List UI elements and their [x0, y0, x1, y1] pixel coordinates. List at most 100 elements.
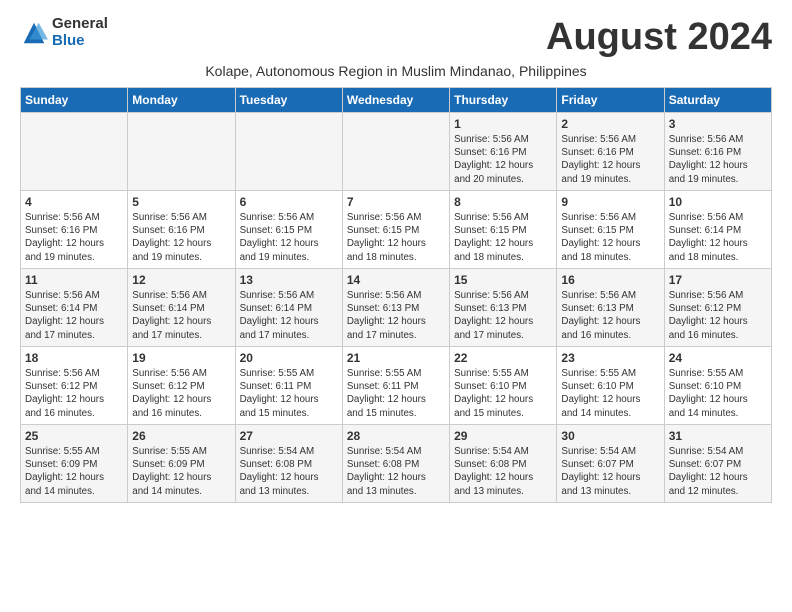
day-number: 29 — [454, 429, 552, 443]
calendar-cell: 31 Sunrise: 5:54 AMSunset: 6:07 PMDayligh… — [664, 425, 771, 503]
calendar-cell: 21 Sunrise: 5:55 AMSunset: 6:11 PMDayligh… — [342, 347, 449, 425]
calendar-cell: 9 Sunrise: 5:56 AMSunset: 6:15 PMDaylight… — [557, 191, 664, 269]
day-info: Sunrise: 5:54 AMSunset: 6:07 PMDaylight:… — [561, 445, 659, 498]
logo-text: General Blue — [52, 16, 108, 49]
calendar-cell: 25 Sunrise: 5:55 AMSunset: 6:09 PMDayligh… — [21, 425, 128, 503]
week-row-4: 18 Sunrise: 5:56 AMSunset: 6:12 PMDayligh… — [21, 347, 772, 425]
day-number: 10 — [669, 195, 767, 209]
day-info: Sunrise: 5:56 AMSunset: 6:13 PMDaylight:… — [561, 289, 659, 342]
day-number: 18 — [25, 351, 123, 365]
calendar-cell — [342, 113, 449, 191]
day-number: 25 — [25, 429, 123, 443]
day-number: 31 — [669, 429, 767, 443]
calendar-cell: 1Sunrise: 5:56 AMSunset: 6:16 PMDaylight… — [450, 113, 557, 191]
calendar-cell: 23 Sunrise: 5:55 AMSunset: 6:10 PMDayligh… — [557, 347, 664, 425]
day-info: Sunrise: 5:55 AMSunset: 6:10 PMDaylight:… — [561, 367, 659, 420]
calendar-cell: 8Sunrise: 5:56 AMSunset: 6:15 PMDaylight… — [450, 191, 557, 269]
calendar-cell: 29 Sunrise: 5:54 AMSunset: 6:08 PMDayligh… — [450, 425, 557, 503]
day-number: 24 — [669, 351, 767, 365]
day-number: 7 — [347, 195, 445, 209]
calendar-cell: 18 Sunrise: 5:56 AMSunset: 6:12 PMDayligh… — [21, 347, 128, 425]
week-row-5: 25 Sunrise: 5:55 AMSunset: 6:09 PMDayligh… — [21, 425, 772, 503]
day-info: Sunrise: 5:56 AMSunset: 6:15 PMDaylight:… — [454, 211, 552, 264]
calendar-cell: 2Sunrise: 5:56 AMSunset: 6:16 PMDaylight… — [557, 113, 664, 191]
day-info: Sunrise: 5:54 AMSunset: 6:08 PMDaylight:… — [454, 445, 552, 498]
calendar-cell — [128, 113, 235, 191]
day-info: Sunrise: 5:54 AMSunset: 6:08 PMDaylight:… — [240, 445, 338, 498]
day-number: 13 — [240, 273, 338, 287]
calendar-header: SundayMondayTuesdayWednesdayThursdayFrid… — [21, 88, 772, 113]
calendar-cell: 13 Sunrise: 5:56 AMSunset: 6:14 PMDayligh… — [235, 269, 342, 347]
day-info: Sunrise: 5:56 AMSunset: 6:12 PMDaylight:… — [669, 289, 767, 342]
calendar-cell: 7 Sunrise: 5:56 AMSunset: 6:15 PMDaylight… — [342, 191, 449, 269]
day-info: Sunrise: 5:56 AMSunset: 6:15 PMDaylight:… — [347, 211, 445, 264]
calendar-cell: 6Sunrise: 5:56 AMSunset: 6:15 PMDaylight… — [235, 191, 342, 269]
calendar-cell: 5 Sunrise: 5:56 AMSunset: 6:16 PMDaylight… — [128, 191, 235, 269]
header-day-wednesday: Wednesday — [342, 88, 449, 113]
header-day-tuesday: Tuesday — [235, 88, 342, 113]
header-row: SundayMondayTuesdayWednesdayThursdayFrid… — [21, 88, 772, 113]
day-info: Sunrise: 5:56 AMSunset: 6:12 PMDaylight:… — [132, 367, 230, 420]
day-info: Sunrise: 5:56 AMSunset: 6:14 PMDaylight:… — [25, 289, 123, 342]
day-info: Sunrise: 5:56 AMSunset: 6:13 PMDaylight:… — [454, 289, 552, 342]
calendar-cell: 16 Sunrise: 5:56 AMSunset: 6:13 PMDayligh… — [557, 269, 664, 347]
logo-blue: Blue — [52, 33, 108, 50]
day-info: Sunrise: 5:55 AMSunset: 6:11 PMDaylight:… — [347, 367, 445, 420]
logo: General Blue — [20, 16, 108, 49]
day-info: Sunrise: 5:55 AMSunset: 6:10 PMDaylight:… — [454, 367, 552, 420]
header-day-friday: Friday — [557, 88, 664, 113]
calendar-cell — [21, 113, 128, 191]
day-info: Sunrise: 5:56 AMSunset: 6:16 PMDaylight:… — [561, 133, 659, 186]
day-number: 17 — [669, 273, 767, 287]
day-number: 21 — [347, 351, 445, 365]
day-number: 26 — [132, 429, 230, 443]
week-row-2: 4 Sunrise: 5:56 AMSunset: 6:16 PMDaylight… — [21, 191, 772, 269]
day-info: Sunrise: 5:56 AMSunset: 6:16 PMDaylight:… — [669, 133, 767, 186]
day-info: Sunrise: 5:54 AMSunset: 6:08 PMDaylight:… — [347, 445, 445, 498]
day-number: 14 — [347, 273, 445, 287]
day-number: 11 — [25, 273, 123, 287]
day-number: 15 — [454, 273, 552, 287]
day-number: 5 — [132, 195, 230, 209]
day-number: 9 — [561, 195, 659, 209]
calendar-cell: 12 Sunrise: 5:56 AMSunset: 6:14 PMDayligh… — [128, 269, 235, 347]
calendar-cell: 30Sunrise: 5:54 AMSunset: 6:07 PMDayligh… — [557, 425, 664, 503]
calendar-cell: 19Sunrise: 5:56 AMSunset: 6:12 PMDayligh… — [128, 347, 235, 425]
day-number: 16 — [561, 273, 659, 287]
day-number: 28 — [347, 429, 445, 443]
day-info: Sunrise: 5:56 AMSunset: 6:15 PMDaylight:… — [561, 211, 659, 264]
calendar-cell: 3Sunrise: 5:56 AMSunset: 6:16 PMDaylight… — [664, 113, 771, 191]
day-number: 1 — [454, 117, 552, 131]
day-number: 27 — [240, 429, 338, 443]
header-day-sunday: Sunday — [21, 88, 128, 113]
day-number: 23 — [561, 351, 659, 365]
page-header: General Blue August 2024 — [20, 16, 772, 59]
header-day-saturday: Saturday — [664, 88, 771, 113]
day-info: Sunrise: 5:56 AMSunset: 6:14 PMDaylight:… — [132, 289, 230, 342]
month-title: August 2024 — [546, 16, 772, 59]
calendar-cell: 22 Sunrise: 5:55 AMSunset: 6:10 PMDayligh… — [450, 347, 557, 425]
calendar-cell — [235, 113, 342, 191]
day-number: 6 — [240, 195, 338, 209]
logo-general: General — [52, 16, 108, 33]
calendar-cell: 15 Sunrise: 5:56 AMSunset: 6:13 PMDayligh… — [450, 269, 557, 347]
calendar-table: SundayMondayTuesdayWednesdayThursdayFrid… — [20, 87, 772, 503]
day-info: Sunrise: 5:56 AMSunset: 6:14 PMDaylight:… — [240, 289, 338, 342]
day-info: Sunrise: 5:56 AMSunset: 6:12 PMDaylight:… — [25, 367, 123, 420]
day-info: Sunrise: 5:54 AMSunset: 6:07 PMDaylight:… — [669, 445, 767, 498]
day-info: Sunrise: 5:55 AMSunset: 6:10 PMDaylight:… — [669, 367, 767, 420]
day-info: Sunrise: 5:55 AMSunset: 6:11 PMDaylight:… — [240, 367, 338, 420]
logo-icon — [20, 19, 48, 47]
week-row-3: 11 Sunrise: 5:56 AMSunset: 6:14 PMDayligh… — [21, 269, 772, 347]
day-info: Sunrise: 5:55 AMSunset: 6:09 PMDaylight:… — [25, 445, 123, 498]
day-number: 12 — [132, 273, 230, 287]
calendar-cell: 4 Sunrise: 5:56 AMSunset: 6:16 PMDaylight… — [21, 191, 128, 269]
day-number: 4 — [25, 195, 123, 209]
day-info: Sunrise: 5:56 AMSunset: 6:16 PMDaylight:… — [132, 211, 230, 264]
day-number: 20 — [240, 351, 338, 365]
day-info: Sunrise: 5:56 AMSunset: 6:16 PMDaylight:… — [25, 211, 123, 264]
calendar-cell: 28 Sunrise: 5:54 AMSunset: 6:08 PMDayligh… — [342, 425, 449, 503]
day-number: 22 — [454, 351, 552, 365]
week-row-1: 1 Sunrise: 5:56 AMSunset: 6:16 PMDaylight… — [21, 113, 772, 191]
calendar-cell: 11 Sunrise: 5:56 AMSunset: 6:14 PMDayligh… — [21, 269, 128, 347]
